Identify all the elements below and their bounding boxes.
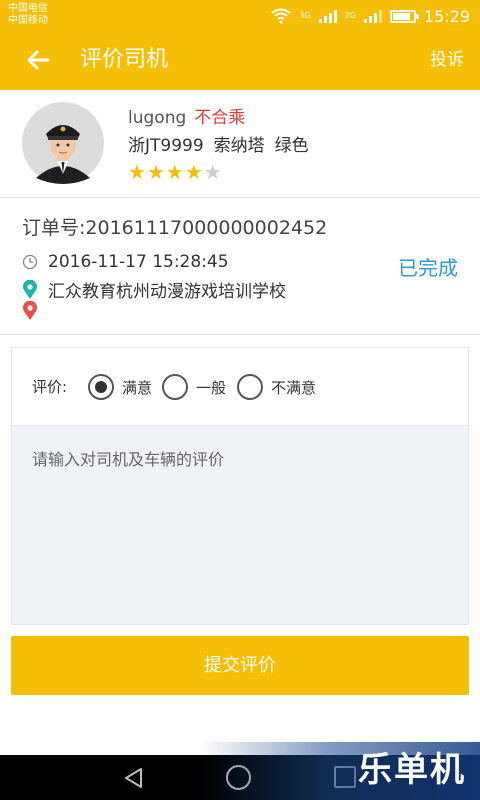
complain-button[interactable]: 投诉	[430, 49, 464, 71]
rating-star: ★	[146, 160, 165, 184]
radio-satisfied[interactable]	[88, 374, 114, 400]
order-number-label: 订单号:	[22, 217, 86, 239]
order-number: 20161117000000002452	[85, 217, 328, 239]
order-status: 已完成	[398, 256, 458, 280]
carrier-1: 中国电信	[8, 3, 48, 14]
car-info: 浙JT9999 索纳塔 绿色	[128, 135, 319, 157]
watermark: 乐单机	[200, 742, 480, 800]
start-place-row: 汇众教育杭州动漫游戏培训学校	[22, 277, 286, 302]
rating-label: 评价:	[32, 378, 68, 396]
rating-row: 评价: 满意 一般 不满意	[12, 348, 468, 426]
carrier-2: 中国移动	[8, 15, 48, 26]
driver-rating-stars: ★ ★ ★ ★ ★	[128, 162, 222, 182]
rating-star: ★	[165, 160, 184, 184]
radio-average[interactable]	[162, 374, 188, 400]
network-tag-2: 2G	[345, 12, 356, 20]
car-color: 绿色	[274, 136, 309, 156]
start-place: 汇众教育杭州动漫游戏培训学校	[48, 282, 286, 302]
car-plate: 浙JT9999	[128, 136, 204, 156]
radio-unsatisfied[interactable]	[237, 374, 263, 400]
signal-2-icon	[363, 9, 382, 23]
driver-name: lugong	[128, 108, 187, 128]
option-average-label: 一般	[196, 378, 227, 397]
car-model: 索纳塔	[213, 136, 265, 156]
driver-avatar	[22, 102, 104, 184]
page-title: 评价司机	[80, 47, 169, 72]
start-pin-icon	[23, 279, 37, 299]
rating-star: ★	[184, 160, 203, 184]
network-tag-1: 3G	[299, 12, 310, 20]
app-header: 评价司机 投诉	[0, 32, 480, 90]
watermark-text: 乐单机	[358, 750, 466, 790]
option-unsatisfied-label: 不满意	[271, 378, 317, 397]
nav-back-icon[interactable]	[122, 766, 144, 790]
signal-1-icon	[318, 9, 337, 23]
status-icons: 3G 2G 15:29	[271, 0, 470, 32]
battery-level	[392, 12, 411, 20]
rating-star: ★	[203, 160, 222, 184]
clock-icon	[22, 254, 38, 270]
submit-button[interactable]: 提交评价	[11, 636, 469, 695]
rating-form: 评价: 满意 一般 不满意 请输入对司机及车辆的评价	[11, 347, 469, 625]
end-place-row	[22, 301, 48, 321]
carrier-info: 中国电信 中国移动	[8, 3, 48, 27]
back-arrow-icon[interactable]	[22, 44, 54, 76]
option-satisfied[interactable]: 满意	[88, 374, 152, 400]
order-time-row: 2016-11-17 15:28:45	[22, 252, 229, 272]
status-bar: 中国电信 中国移动 3G 2G 15:29	[0, 0, 480, 32]
order-number-line: 订单号:20161117000000002452	[22, 216, 327, 240]
battery-icon	[389, 9, 419, 23]
driver-info: lugong 不合乘 浙JT9999 索纳塔 绿色 ★ ★ ★ ★ ★	[0, 90, 480, 198]
driver-name-line: lugong 不合乘	[128, 107, 245, 129]
wifi-icon	[271, 8, 291, 24]
network-2-label: 2G	[344, 11, 356, 20]
driver-badge: 不合乘	[194, 108, 246, 128]
option-unsatisfied[interactable]: 不满意	[237, 374, 316, 400]
option-satisfied-label: 满意	[122, 378, 153, 397]
order-time: 2016-11-17 15:28:45	[48, 252, 229, 272]
option-average[interactable]: 一般	[162, 374, 226, 400]
rating-star: ★	[128, 160, 146, 184]
order-info: 订单号:20161117000000002452 2016-11-17 15:2…	[0, 198, 480, 335]
status-time: 15:29	[423, 6, 470, 26]
network-1-label: 3G	[299, 11, 311, 20]
comment-input[interactable]: 请输入对司机及车辆的评价	[32, 450, 224, 470]
end-pin-icon	[23, 301, 37, 320]
